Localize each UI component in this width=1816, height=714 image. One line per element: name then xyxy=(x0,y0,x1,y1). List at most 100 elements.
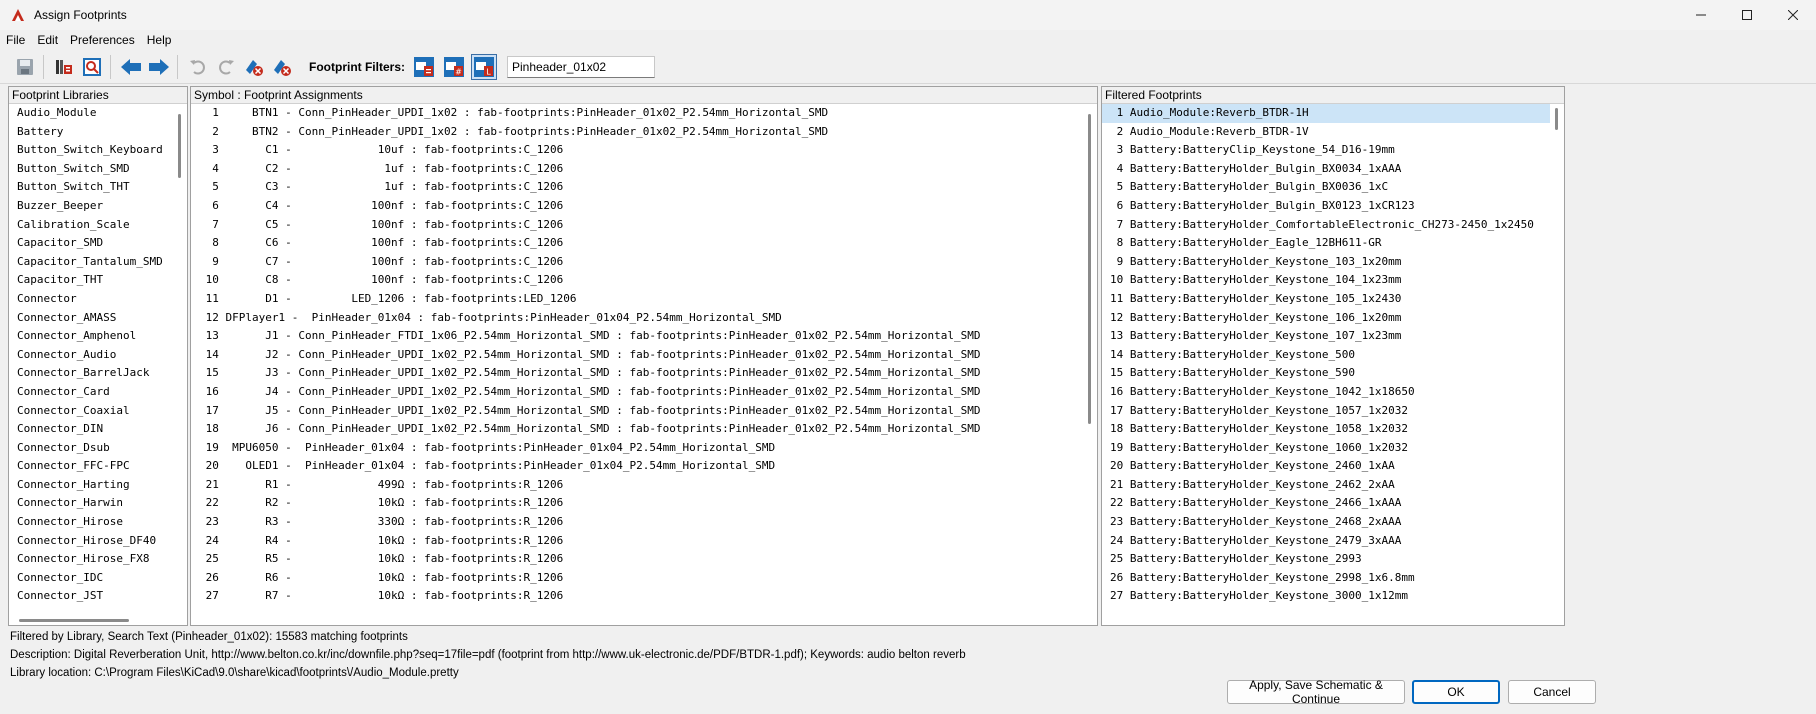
footprint-row[interactable]: 20 Battery:BatteryHolder_Keystone_2460_1… xyxy=(1102,457,1564,476)
scrollbar-thumb[interactable] xyxy=(178,114,181,178)
menu-help[interactable]: Help xyxy=(141,33,178,47)
assignment-row[interactable]: 19 MPU6050 - PinHeader_01x04 : fab-footp… xyxy=(191,439,1097,458)
next-symbol-button[interactable] xyxy=(146,54,172,80)
library-list-item[interactable]: Connector_IDC xyxy=(9,569,187,588)
library-list-item[interactable]: Audio_Module xyxy=(9,104,187,123)
filter-by-keywords-button[interactable] xyxy=(411,54,437,80)
library-list-item[interactable]: Button_Switch_Keyboard xyxy=(9,141,187,160)
library-list-item[interactable]: Connector xyxy=(9,290,187,309)
assignments-list[interactable]: 1 BTN1 - Conn_PinHeader_UPDI_1x02 : fab-… xyxy=(191,104,1097,625)
view-footprint-libraries-button[interactable] xyxy=(51,54,77,80)
footprint-row[interactable]: 13 Battery:BatteryHolder_Keystone_107_1x… xyxy=(1102,327,1564,346)
library-list-item[interactable]: Battery xyxy=(9,123,187,142)
assignment-row[interactable]: 14 J2 - Conn_PinHeader_UPDI_1x02_P2.54mm… xyxy=(191,346,1097,365)
footprint-row[interactable]: 14 Battery:BatteryHolder_Keystone_500 xyxy=(1102,346,1564,365)
view-footprint-button[interactable] xyxy=(79,54,105,80)
footprint-row[interactable]: 8 Battery:BatteryHolder_Eagle_12BH611-GR xyxy=(1102,234,1564,253)
assignment-row[interactable]: 15 J3 - Conn_PinHeader_UPDI_1x02_P2.54mm… xyxy=(191,364,1097,383)
footprint-row[interactable]: 19 Battery:BatteryHolder_Keystone_1060_1… xyxy=(1102,439,1564,458)
assignment-row[interactable]: 13 J1 - Conn_PinHeader_FTDI_1x06_P2.54mm… xyxy=(191,327,1097,346)
footprint-row[interactable]: 10 Battery:BatteryHolder_Keystone_104_1x… xyxy=(1102,271,1564,290)
vertical-scrollbar[interactable] xyxy=(173,104,187,625)
footprint-row[interactable]: 16 Battery:BatteryHolder_Keystone_1042_1… xyxy=(1102,383,1564,402)
library-list-item[interactable]: Connector_DIN xyxy=(9,420,187,439)
footprint-row[interactable]: 15 Battery:BatteryHolder_Keystone_590 xyxy=(1102,364,1564,383)
library-list-item[interactable]: Connector_Card xyxy=(9,383,187,402)
footprint-row[interactable]: 6 Battery:BatteryHolder_Bulgin_BX0123_1x… xyxy=(1102,197,1564,216)
footprint-row[interactable]: 25 Battery:BatteryHolder_Keystone_2993 xyxy=(1102,550,1564,569)
assignment-row[interactable]: 17 J5 - Conn_PinHeader_UPDI_1x02_P2.54mm… xyxy=(191,402,1097,421)
assignment-row[interactable]: 6 C4 - 100nf : fab-footprints:C_1206 xyxy=(191,197,1097,216)
footprint-row[interactable]: 3 Battery:BatteryClip_Keystone_54_D16-19… xyxy=(1102,141,1564,160)
menu-preferences[interactable]: Preferences xyxy=(64,33,141,47)
assignment-row[interactable]: 12 DFPlayer1 - PinHeader_01x04 : fab-foo… xyxy=(191,309,1097,328)
assignment-row[interactable]: 11 D1 - LED_1206 : fab-footprints:LED_12… xyxy=(191,290,1097,309)
footprint-libraries-list[interactable]: Audio_Module Battery Button_Switch_Keyboar… xyxy=(9,104,187,625)
assignment-row[interactable]: 21 R1 - 499Ω : fab-footprints:R_1206 xyxy=(191,476,1097,495)
delete-selected-assignment-button[interactable] xyxy=(241,54,267,80)
apply-save-continue-button[interactable]: Apply, Save Schematic & Continue xyxy=(1227,678,1405,706)
library-list-item[interactable]: Connector_BarrelJack xyxy=(9,364,187,383)
library-list-item[interactable]: Connector_Audio xyxy=(9,346,187,365)
scrollbar-thumb[interactable] xyxy=(1088,114,1091,424)
library-list-item[interactable]: Connector_AMASS xyxy=(9,309,187,328)
assignment-row[interactable]: 7 C5 - 100nf : fab-footprints:C_1206 xyxy=(191,216,1097,235)
assignment-row[interactable]: 22 R2 - 10kΩ : fab-footprints:R_1206 xyxy=(191,494,1097,513)
filtered-footprints-list[interactable]: 1 Audio_Module:Reverb_BTDR-1H 2 Audio_Mo… xyxy=(1102,104,1564,625)
library-list-item[interactable]: Connector_JST xyxy=(9,587,187,606)
assignment-row[interactable]: 9 C7 - 100nf : fab-footprints:C_1206 xyxy=(191,253,1097,272)
footprint-row[interactable]: 2 Audio_Module:Reverb_BTDR-1V xyxy=(1102,123,1564,142)
undo-button[interactable] xyxy=(185,54,211,80)
library-list-item[interactable]: Button_Switch_SMD xyxy=(9,160,187,179)
library-list-item[interactable]: Connector_Hirose_DF40 xyxy=(9,532,187,551)
menu-edit[interactable]: Edit xyxy=(31,33,64,47)
footprint-row[interactable]: 7 Battery:BatteryHolder_ComfortableElect… xyxy=(1102,216,1564,235)
footprint-row[interactable]: 12 Battery:BatteryHolder_Keystone_106_1x… xyxy=(1102,309,1564,328)
assignment-row[interactable]: 26 R6 - 10kΩ : fab-footprints:R_1206 xyxy=(191,569,1097,588)
library-list-item[interactable]: Connector_FFC-FPC xyxy=(9,457,187,476)
vertical-scrollbar[interactable] xyxy=(1550,104,1564,625)
footprint-row[interactable]: 26 Battery:BatteryHolder_Keystone_2998_1… xyxy=(1102,569,1564,588)
assignment-row[interactable]: 8 C6 - 100nf : fab-footprints:C_1206 xyxy=(191,234,1097,253)
assignment-row[interactable]: 25 R5 - 10kΩ : fab-footprints:R_1206 xyxy=(191,550,1097,569)
library-list-item[interactable]: Connector_Hirose_FX8 xyxy=(9,550,187,569)
assignment-row[interactable]: 1 BTN1 - Conn_PinHeader_UPDI_1x02 : fab-… xyxy=(191,104,1097,123)
library-list-item[interactable]: Capacitor_SMD xyxy=(9,234,187,253)
footprint-search-input[interactable] xyxy=(507,55,655,78)
library-list-item[interactable]: Connector_Harwin xyxy=(9,494,187,513)
scrollbar-thumb[interactable] xyxy=(1555,108,1558,130)
assignment-row[interactable]: 24 R4 - 10kΩ : fab-footprints:R_1206 xyxy=(191,532,1097,551)
assignment-row[interactable]: 4 C2 - 1uf : fab-footprints:C_1206 xyxy=(191,160,1097,179)
library-list-item[interactable]: Capacitor_THT xyxy=(9,271,187,290)
footprint-row[interactable]: 18 Battery:BatteryHolder_Keystone_1058_1… xyxy=(1102,420,1564,439)
library-list-item[interactable]: Connector_Harting xyxy=(9,476,187,495)
library-list-item[interactable]: Calibration_Scale xyxy=(9,216,187,235)
delete-all-assignments-button[interactable] xyxy=(269,54,295,80)
library-list-item[interactable]: Capacitor_Tantalum_SMD xyxy=(9,253,187,272)
maximize-button[interactable] xyxy=(1724,0,1770,30)
assignment-row[interactable]: 5 C3 - 1uf : fab-footprints:C_1206 xyxy=(191,178,1097,197)
library-list-item[interactable]: Connector_Dsub xyxy=(9,439,187,458)
library-list-item[interactable]: Connector_Coaxial xyxy=(9,402,187,421)
minimize-button[interactable] xyxy=(1678,0,1724,30)
assignment-row[interactable]: 18 J6 - Conn_PinHeader_UPDI_1x02_P2.54mm… xyxy=(191,420,1097,439)
library-list-item[interactable]: Connector_Hirose xyxy=(9,513,187,532)
footprint-row[interactable]: 22 Battery:BatteryHolder_Keystone_2466_1… xyxy=(1102,494,1564,513)
vertical-scrollbar[interactable] xyxy=(1083,104,1097,625)
footprint-row[interactable]: 5 Battery:BatteryHolder_Bulgin_BX0036_1x… xyxy=(1102,178,1564,197)
library-list-item[interactable]: Buzzer_Beeper xyxy=(9,197,187,216)
assignment-row[interactable]: 16 J4 - Conn_PinHeader_UPDI_1x02_P2.54mm… xyxy=(191,383,1097,402)
menu-file[interactable]: File xyxy=(0,33,31,47)
assignment-row[interactable]: 2 BTN2 - Conn_PinHeader_UPDI_1x02 : fab-… xyxy=(191,123,1097,142)
filter-by-library-button[interactable]: L xyxy=(471,53,497,80)
previous-symbol-button[interactable] xyxy=(118,54,144,80)
filter-by-pin-count-button[interactable]: # xyxy=(441,54,467,80)
footprint-row[interactable]: 17 Battery:BatteryHolder_Keystone_1057_1… xyxy=(1102,402,1564,421)
cancel-button[interactable]: Cancel xyxy=(1508,680,1596,704)
save-button[interactable] xyxy=(12,54,38,80)
footprint-row[interactable]: 9 Battery:BatteryHolder_Keystone_103_1x2… xyxy=(1102,253,1564,272)
assignment-row[interactable]: 20 OLED1 - PinHeader_01x04 : fab-footpri… xyxy=(191,457,1097,476)
library-list-item[interactable]: Connector_Amphenol xyxy=(9,327,187,346)
assignment-row[interactable]: 23 R3 - 330Ω : fab-footprints:R_1206 xyxy=(191,513,1097,532)
close-button[interactable] xyxy=(1770,0,1816,30)
